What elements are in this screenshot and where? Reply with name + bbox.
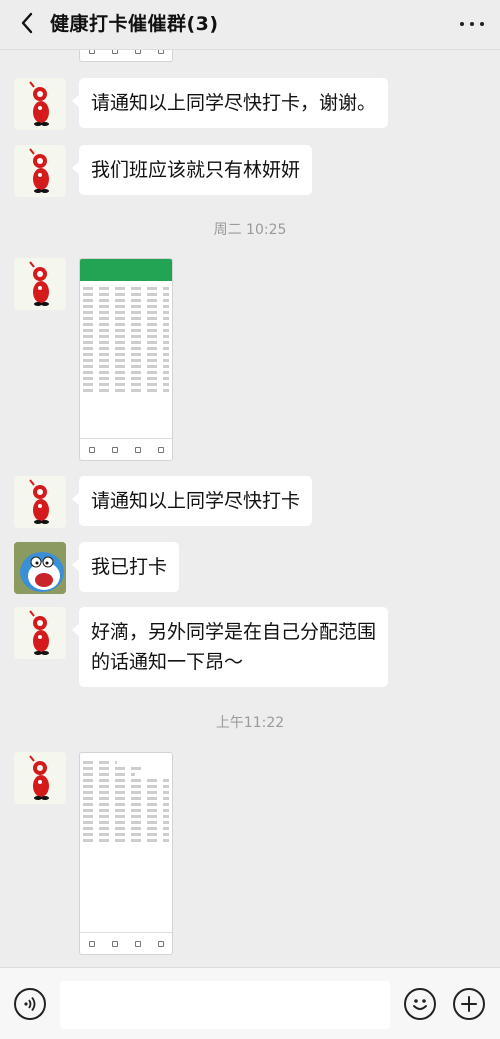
- emoji-icon: [413, 999, 427, 1010]
- chat-area[interactable]: 请通知以上同学尽快打卡，谢谢。 我们班应该就只有林妍妍 周二 10:25 请通知…: [0, 50, 500, 967]
- avatar[interactable]: [14, 607, 66, 659]
- red-character-icon: [29, 261, 49, 306]
- timestamp: 周二 10:25: [213, 222, 287, 238]
- more-actions-button[interactable]: [453, 988, 485, 1020]
- top-bar: 健康打卡催催群(3): [0, 0, 500, 50]
- avatar[interactable]: [14, 145, 66, 197]
- avatar[interactable]: [14, 476, 66, 528]
- red-character-icon: [29, 81, 49, 126]
- avatar[interactable]: [14, 542, 66, 594]
- doraemon-icon: [14, 542, 66, 594]
- chevron-left-icon: [21, 12, 33, 34]
- avatar[interactable]: [14, 752, 66, 804]
- red-character-icon: [29, 755, 49, 800]
- message-line: 好滴，另外同学是在自己分配范围: [91, 621, 377, 643]
- message-image-cutoff[interactable]: [79, 50, 173, 62]
- message-bubble[interactable]: 请通知以上同学尽快打卡: [71, 476, 313, 526]
- plus-icon: [461, 996, 477, 1012]
- red-character-icon: [29, 610, 49, 655]
- message-image[interactable]: [79, 752, 173, 955]
- voice-button[interactable]: [14, 988, 46, 1020]
- message-bubble[interactable]: 请通知以上同学尽快打卡，谢谢。: [71, 78, 389, 128]
- message-bubble[interactable]: 我已打卡: [71, 542, 180, 592]
- red-character-icon: [29, 148, 49, 193]
- chat-title: 健康打卡催催群(3): [50, 13, 219, 35]
- message-bubble[interactable]: 好滴，另外同学是在自己分配范围 的话通知一下昂～: [71, 607, 389, 687]
- message-bubble[interactable]: 我们班应该就只有林妍妍: [71, 145, 313, 195]
- avatar[interactable]: [14, 258, 66, 310]
- back-button[interactable]: [12, 8, 42, 38]
- message-image[interactable]: [79, 258, 173, 461]
- more-dots-icon: [460, 22, 484, 26]
- red-character-icon: [29, 479, 49, 524]
- more-button[interactable]: [456, 12, 486, 36]
- timestamp: 上午11:22: [215, 715, 285, 731]
- message-line: 的话通知一下昂～: [91, 651, 244, 673]
- avatar[interactable]: [14, 78, 66, 130]
- voice-icon: [24, 996, 36, 1012]
- message-input[interactable]: [60, 981, 390, 1029]
- input-bar: [0, 967, 500, 1039]
- emoji-button[interactable]: [404, 988, 436, 1020]
